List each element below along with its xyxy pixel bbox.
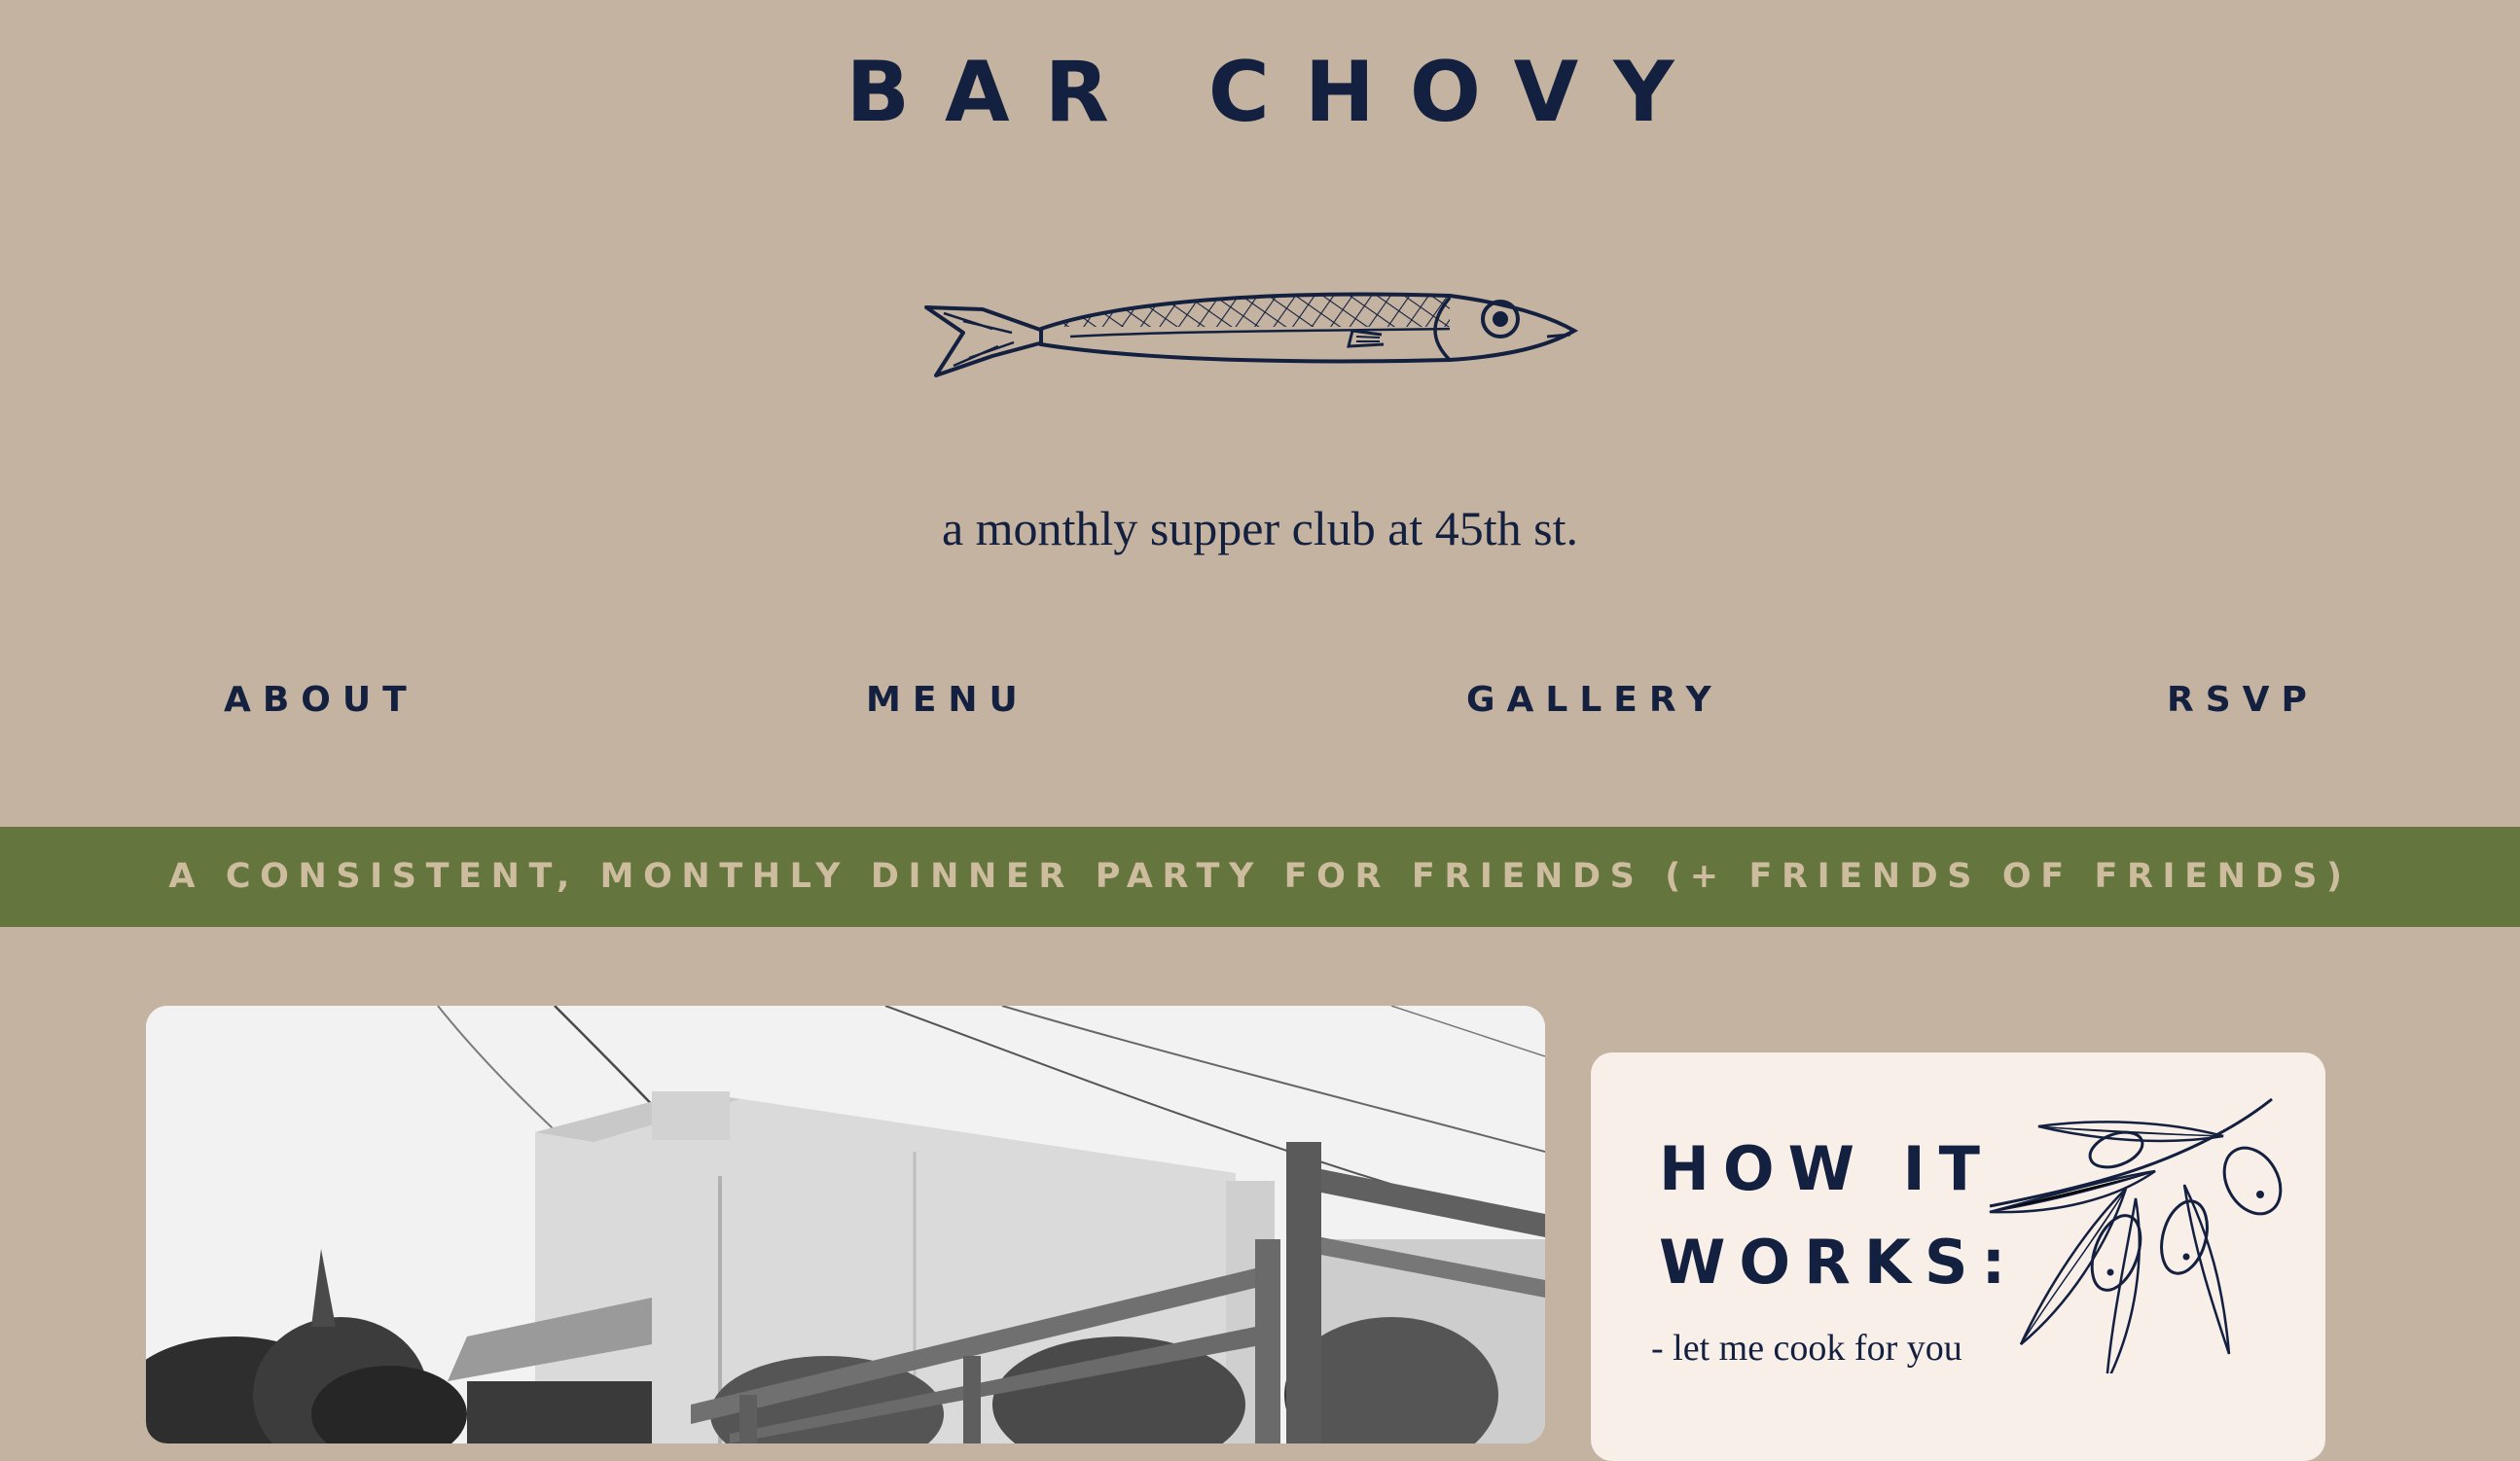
how-it-works-card: HOW IT WORKS: - let me cook for you <box>1591 1052 2325 1461</box>
site-title: BAR CHOVY <box>846 44 1710 141</box>
tagline: a monthly supper club at 45th st. <box>941 501 1579 555</box>
nav-rsvp-link[interactable]: RSVP <box>2167 671 2319 730</box>
venue-photo <box>146 1006 1545 1443</box>
nav-gallery-link[interactable]: GALLERY <box>1466 671 1723 730</box>
announcement-banner: A CONSISTENT, MONTHLY DINNER PARTY FOR F… <box>0 827 2520 927</box>
main-nav: ABOUT MENU GALLERY RSVP <box>0 671 2520 730</box>
how-it-works-title: HOW IT WORKS: <box>1659 1133 2020 1298</box>
how-it-works-line: - let me cook for you <box>1651 1328 1962 1369</box>
nav-menu-link[interactable]: MENU <box>866 671 1029 730</box>
olive-branch-icon <box>1989 1097 2283 1373</box>
fish-icon <box>924 292 1579 377</box>
nav-about-link[interactable]: ABOUT <box>224 671 418 730</box>
